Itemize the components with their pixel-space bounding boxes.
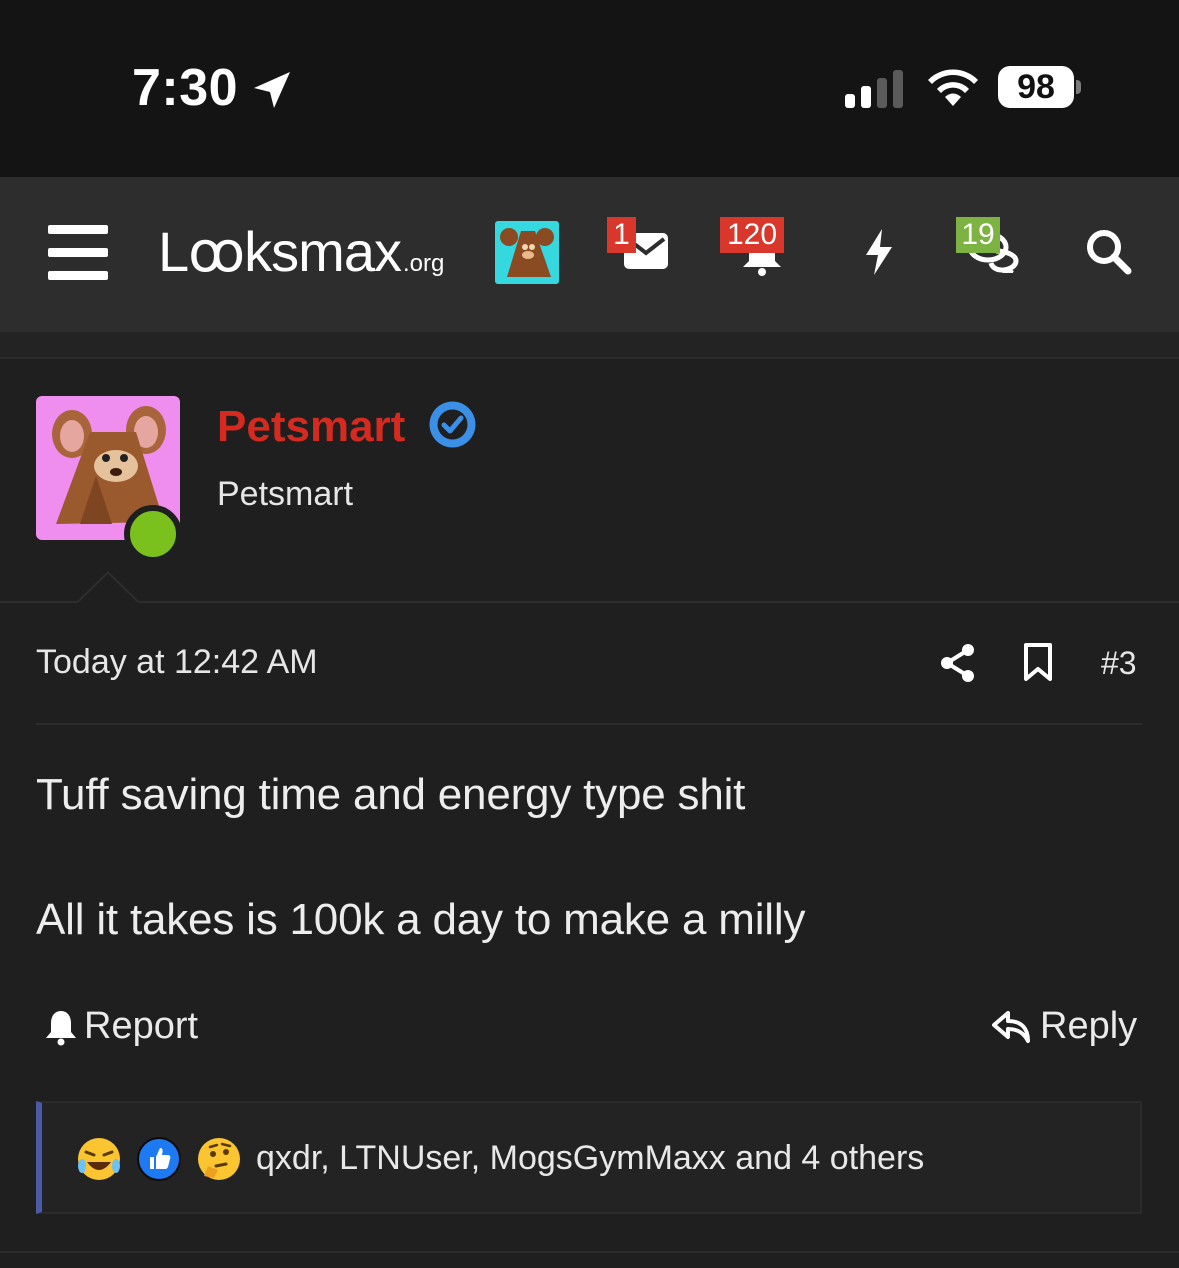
share-icon[interactable] [939,643,977,683]
status-time: 7:30 [132,59,239,117]
laughing-crying-emoji-icon [78,1138,120,1180]
post-bottom-divider [0,1251,1179,1253]
logo-text: Lꝏksmax [158,220,402,283]
threads-badge: 19 [956,217,1000,253]
nav-separator [0,332,1179,359]
screen: 7:30 98 Lꝏksmax .org 1 120 19 Petsmart P… [0,0,1179,1268]
meta-divider [36,723,1142,725]
online-status-indicator [124,505,182,563]
site-logo[interactable]: Lꝏksmax .org [158,219,444,289]
battery-level: 98 [1017,68,1055,106]
reactions-bar[interactable]: qxdr, LTNUser, MogsGymMaxx and 4 others [36,1101,1142,1214]
reply-arrow-icon [992,1010,1030,1043]
bookmark-icon[interactable] [1022,642,1054,682]
verified-badge-icon [429,401,476,448]
logo-tld: .org [402,250,445,277]
mouse-avatar-icon [500,228,554,277]
report-label: Report [84,1005,199,1047]
report-button[interactable]: Report [44,1005,198,1048]
post-author-username[interactable]: Petsmart [217,402,405,452]
reactions-users[interactable]: qxdr, LTNUser, MogsGymMaxx and 4 others [256,1139,924,1178]
battery-indicator: 98 [998,66,1081,108]
nav-user-avatar[interactable] [495,221,559,284]
alerts-badge: 120 [720,217,784,253]
thinking-emoji-icon [198,1138,240,1180]
menu-icon[interactable] [48,225,108,281]
reply-button[interactable]: Reply [992,1005,1137,1048]
status-bar: 7:30 98 [0,0,1179,177]
lightning-icon[interactable] [862,227,896,277]
bell-icon [46,1010,76,1045]
inbox-badge: 1 [607,217,636,253]
divider-notch-inner [78,574,138,603]
location-arrow-icon [254,72,290,108]
post-body-line: Tuff saving time and energy type shit [36,770,746,819]
battery-tip [1076,80,1081,94]
thumbs-up-icon [137,1137,181,1181]
post-body-line: All it takes is 100k a day to make a mil… [36,895,806,944]
post-timestamp[interactable]: Today at 12:42 AM [36,643,318,682]
header-divider [0,601,1179,603]
search-icon[interactable] [1084,227,1132,275]
cellular-signal-icon [845,70,903,108]
reply-label: Reply [1040,1005,1138,1047]
post-number-link[interactable]: #3 [1101,645,1137,682]
post-author-title: Petsmart [217,475,354,513]
top-navbar: Lꝏksmax .org 1 120 19 [0,177,1179,332]
wifi-icon [928,69,978,106]
